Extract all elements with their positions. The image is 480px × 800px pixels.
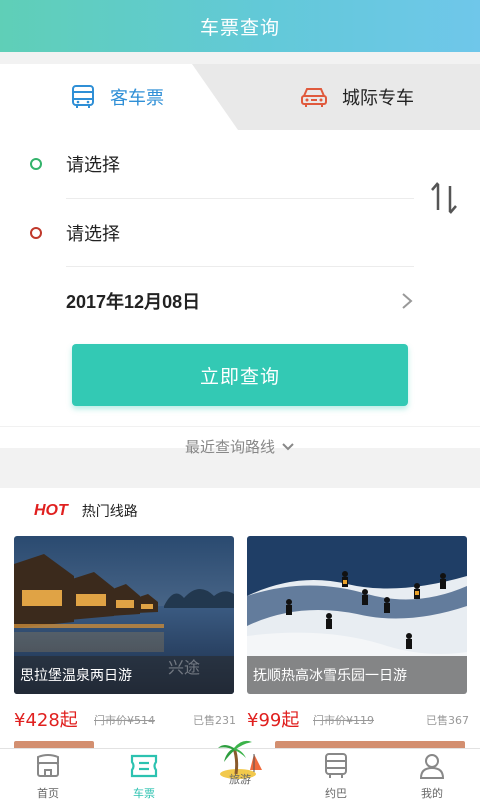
route-price: ¥428起 xyxy=(14,710,78,731)
departure-field[interactable]: 请选择 xyxy=(0,130,414,198)
hot-routes-section: HOT 热门线路 思拉堡温泉两日游 兴途 ¥428起 门市价¥514 已售231… xyxy=(0,488,480,748)
search-button[interactable]: 立即查询 xyxy=(72,344,408,406)
tab-bus-label: 客车票 xyxy=(110,88,164,109)
car-icon xyxy=(301,88,327,107)
route-caption: 思拉堡温泉两日游 xyxy=(14,656,234,694)
tabbar-label: 约巴 xyxy=(325,787,347,800)
tab-bus-ticket[interactable]: 客车票 xyxy=(70,64,164,130)
tab-intercity-label: 城际专车 xyxy=(342,88,414,109)
search-form: 请选择 请选择 2017年12月08日 立即查询 最近查询路线 xyxy=(0,130,480,456)
hot-routes-header: HOT 热门线路 xyxy=(34,500,138,522)
tabbar-ticket[interactable]: 车票 xyxy=(96,749,192,800)
hot-routes-title: 热门线路 xyxy=(81,504,138,520)
tabbar-home[interactable]: 首页 xyxy=(0,749,96,800)
destination-dot-icon xyxy=(30,227,42,239)
tabbar-label: 车票 xyxy=(133,787,155,800)
departure-text: 请选择 xyxy=(66,155,120,176)
hot-badge: HOT xyxy=(34,502,68,519)
tabbar-mine[interactable]: 我的 xyxy=(384,749,480,800)
bottom-tab-bar: 首页 车票 旅游 约巴 我的 xyxy=(0,740,480,800)
home-icon xyxy=(37,754,59,777)
ticket-type-tabs: 客车票 城际专车 xyxy=(0,64,480,130)
route-card[interactable]: 抚顺热高冰雪乐园一日游 ¥99起 门市价¥119 已售367 xyxy=(247,536,469,731)
date-field[interactable]: 2017年12月08日 xyxy=(0,267,414,335)
recent-routes-label: 最近查询路线 xyxy=(184,438,275,456)
market-price: 门市价¥514 xyxy=(94,714,155,727)
swap-icon[interactable] xyxy=(428,178,460,218)
tabbar-charter[interactable]: 约巴 xyxy=(288,749,384,800)
bus-icon xyxy=(72,85,94,108)
tabbar-label: 我的 xyxy=(421,787,443,800)
chevron-right-icon xyxy=(402,293,413,309)
tabbar-label: 旅游 xyxy=(229,773,251,786)
app-header: 车票查询 xyxy=(0,0,480,52)
route-caption: 抚顺热高冰雪乐园一日游 xyxy=(247,656,467,694)
departure-dot-icon xyxy=(30,158,42,170)
watermark: 兴途 xyxy=(167,658,200,677)
date-text: 2017年12月08日 xyxy=(66,292,201,312)
sold-count: 已售231 xyxy=(193,714,236,727)
market-price: 门市价¥119 xyxy=(313,714,374,727)
next-card-peek xyxy=(14,741,94,748)
route-image: 思拉堡温泉两日游 兴途 xyxy=(14,536,234,694)
page-title: 车票查询 xyxy=(199,16,280,39)
price-row: ¥99起 门市价¥119 已售367 xyxy=(247,704,469,732)
sold-count: 已售367 xyxy=(426,714,469,727)
tabbar-travel[interactable]: 旅游 xyxy=(192,740,288,800)
route-card[interactable]: 思拉堡温泉两日游 兴途 ¥428起 门市价¥514 已售231 xyxy=(14,536,236,731)
route-image: 抚顺热高冰雪乐园一日游 xyxy=(247,536,467,694)
next-card-peek xyxy=(275,741,465,748)
route-price: ¥99起 xyxy=(247,710,300,731)
destination-text: 请选择 xyxy=(66,224,120,245)
bus-icon xyxy=(325,753,347,778)
ticket-icon xyxy=(130,754,158,778)
price-row: ¥428起 门市价¥514 已售231 xyxy=(14,704,236,732)
chevron-down-icon xyxy=(282,442,294,450)
recent-routes-toggle[interactable]: 最近查询路线 xyxy=(0,426,480,466)
destination-field[interactable]: 请选择 xyxy=(0,199,414,267)
tabbar-label: 首页 xyxy=(37,787,59,800)
tab-intercity-car[interactable]: 城际专车 xyxy=(300,64,414,130)
user-icon xyxy=(419,754,445,779)
